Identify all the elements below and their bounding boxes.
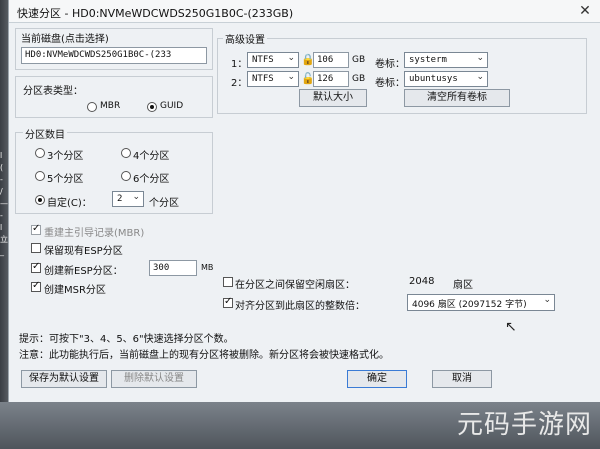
radio-5-partitions[interactable] (35, 171, 45, 181)
label-4-partitions: 4个分区 (133, 151, 170, 162)
guid-label: GUID (160, 101, 184, 111)
keep-esp-checkbox[interactable] (31, 243, 41, 253)
mbr-radio[interactable] (87, 102, 97, 112)
guid-radio[interactable] (147, 102, 157, 112)
titlebar: 快速分区 - HD0:NVMeWDCWDS250G1B0C-(233GB) ✕ (9, 0, 600, 23)
advanced-label: 高级设置 (223, 31, 267, 46)
chevron-down-icon: ⌄ (543, 295, 551, 305)
custom-suffix: 个分区 (149, 198, 179, 209)
row1-volume-select[interactable]: systerm ⌄ (404, 52, 488, 68)
warning-text: 注意：此功能执行后，当前磁盘上的现有分区将被删除。新分区将会被快速格式化。 (19, 350, 389, 361)
radio-4-partitions[interactable] (121, 148, 131, 158)
create-esp-checkbox[interactable] (31, 261, 41, 273)
align-sectors-select[interactable]: 4096 扇区 (2097152 字节) ⌄ (407, 294, 555, 311)
default-size-button[interactable]: 默认大小 (299, 89, 367, 107)
row2-volume-label: 卷标： (375, 78, 405, 89)
mouse-cursor-icon: ↖ (505, 319, 517, 335)
chevron-down-icon: ⌄ (287, 72, 295, 82)
reserve-sectors-value: 2048 (409, 276, 435, 287)
align-sectors-checkbox[interactable] (223, 296, 233, 308)
custom-count-value: 2 (117, 194, 123, 204)
tip-text: 提示：可按下"3、4、5、6"快速选择分区个数。 (19, 334, 234, 345)
disk-select-field[interactable]: HD0:NVMeWDCWDS250G1B0C-(233 (21, 47, 207, 64)
create-msr-label: 创建MSR分区 (44, 285, 106, 296)
mbr-label: MBR (100, 101, 121, 111)
row2-volume-select[interactable]: ubuntusys ⌄ (404, 71, 488, 87)
row2-index: 2： (231, 78, 248, 89)
delete-default-button[interactable]: 删除默认设置 (111, 370, 197, 388)
create-msr-checkbox[interactable] (31, 280, 41, 292)
watermark: 元码手游网 (456, 410, 592, 440)
reserve-sectors-unit: 扇区 (453, 280, 473, 291)
row1-fs-value: NTFS (252, 55, 274, 65)
rebuild-mbr-label: 重建主引导记录(MBR) (44, 228, 145, 239)
esp-size-input[interactable]: 300 (149, 260, 197, 276)
disk-label: 当前磁盘(点击选择) (21, 34, 109, 45)
chevron-down-icon: ⌄ (476, 53, 484, 63)
row1-volume-value: systerm (409, 55, 447, 65)
save-default-button[interactable]: 保存为默认设置 (21, 370, 107, 388)
row2-unit: GB (352, 74, 366, 84)
partition-count-label: 分区数目 (23, 126, 67, 141)
keep-esp-label: 保留现有ESP分区 (44, 246, 123, 257)
custom-count-select[interactable]: 2 ⌄ (112, 191, 144, 207)
row1-fs-select[interactable]: NTFS ⌄ (247, 52, 299, 68)
chevron-down-icon: ⌄ (132, 192, 140, 202)
row1-unit: GB (352, 55, 366, 65)
rebuild-mbr-checkbox[interactable] (31, 223, 41, 235)
quick-partition-dialog: 快速分区 - HD0:NVMeWDCWDS250G1B0C-(233GB) ✕ … (8, 0, 600, 402)
window-title: 快速分区 - HD0:NVMeWDCWDS250G1B0C-(233GB) (17, 7, 294, 20)
row2-volume-value: ubuntusys (409, 74, 458, 84)
row1-index: 1： (231, 59, 248, 70)
reserve-sectors-checkbox[interactable] (223, 277, 233, 287)
cancel-button[interactable]: 取消 (432, 370, 492, 388)
chevron-down-icon: ⌄ (476, 72, 484, 82)
label-6-partitions: 6个分区 (133, 174, 170, 185)
custom-label: 自定(C)： (47, 198, 92, 209)
label-5-partitions: 5个分区 (47, 174, 84, 185)
row2-fs-select[interactable]: NTFS ⌄ (247, 71, 299, 87)
create-esp-label: 创建新ESP分区： (44, 266, 123, 277)
radio-custom-partitions[interactable] (35, 195, 45, 205)
close-icon[interactable]: ✕ (577, 3, 593, 19)
row1-volume-label: 卷标： (375, 59, 405, 70)
row1-size-input[interactable]: 106 (313, 52, 349, 68)
partition-table-label: 分区表类型： (23, 86, 83, 97)
chevron-down-icon: ⌄ (287, 53, 295, 63)
row2-fs-value: NTFS (252, 74, 274, 84)
align-sectors-value: 4096 扇区 (2097152 字节) (412, 300, 527, 310)
reserve-sectors-label: 在分区之间保留空闲扇区： (235, 280, 355, 291)
label-3-partitions: 3个分区 (47, 151, 84, 162)
esp-unit: MB (201, 263, 214, 272)
radio-3-partitions[interactable] (35, 148, 45, 158)
align-sectors-label: 对齐分区到此扇区的整数倍： (235, 301, 365, 312)
radio-6-partitions[interactable] (121, 171, 131, 181)
clear-labels-button[interactable]: 清空所有卷标 (404, 89, 510, 107)
row2-size-input[interactable]: 126 (313, 71, 349, 87)
ok-button[interactable]: 确定 (347, 370, 407, 388)
